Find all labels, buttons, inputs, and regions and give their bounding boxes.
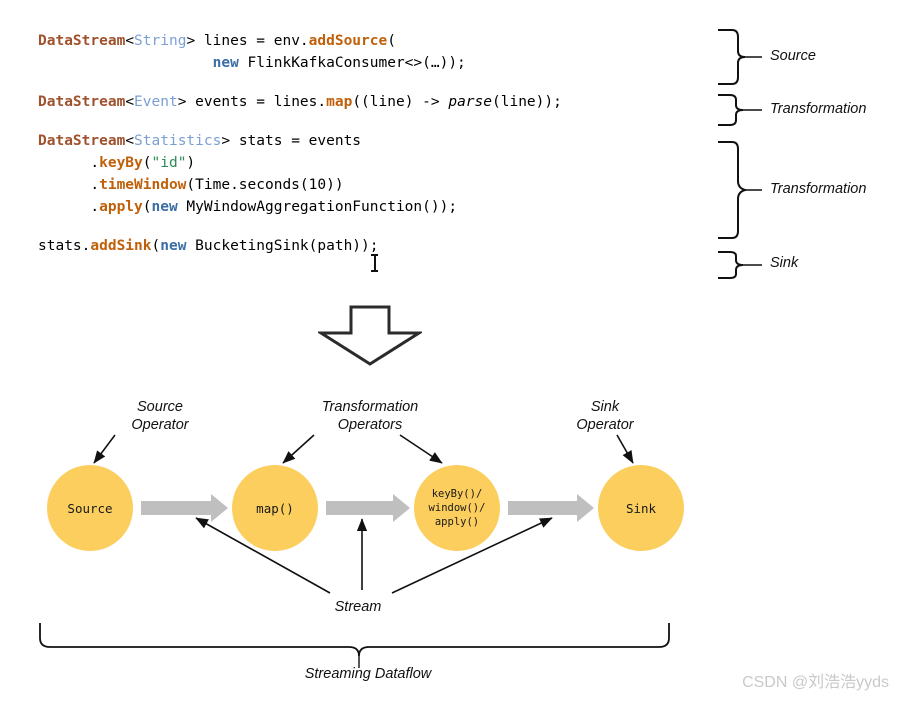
code-snippet: DataStream<String> lines = env.addSource… xyxy=(38,30,718,257)
code-token: ((line) -> xyxy=(352,94,449,110)
code-token: < xyxy=(125,94,135,110)
code-token: addSink xyxy=(90,238,152,254)
code-token: "id" xyxy=(151,155,187,171)
code-line: stats.addSink(new BucketingSink(path)); xyxy=(38,235,718,257)
brace-label-transformation-2: Transformation xyxy=(770,181,867,197)
code-line: DataStream<String> lines = env.addSource… xyxy=(38,30,718,52)
curly-brace-icon xyxy=(718,29,762,85)
code-token: addSource xyxy=(308,33,388,49)
code-token: FlinkKafkaConsumer<>(…)); xyxy=(238,55,466,71)
code-line: .timeWindow(Time.seconds(10)) xyxy=(38,174,718,196)
pointer-sink-operator xyxy=(616,434,634,464)
flow-arrow-source-to-map xyxy=(141,494,228,522)
code-token: ) xyxy=(186,155,196,171)
code-token: DataStream xyxy=(38,33,126,49)
operator-node-sink[interactable]: Sink xyxy=(598,465,684,551)
code-line: .keyBy("id") xyxy=(38,152,718,174)
streaming-dataflow-diagram: Source map() keyBy()/ window()/ apply() … xyxy=(0,385,907,705)
code-token: timeWindow xyxy=(99,177,187,193)
bottom-brace-icon xyxy=(39,623,670,657)
code-token: String xyxy=(134,33,187,49)
pointer-transform-map xyxy=(282,434,315,464)
code-token: . xyxy=(38,155,100,171)
pointer-source-operator xyxy=(93,434,116,464)
code-token: (Time.seconds(10)) xyxy=(186,177,344,193)
annotation-streaming-dataflow: Streaming Dataflow xyxy=(304,666,432,682)
code-token: ( xyxy=(142,199,152,215)
code-block-gap xyxy=(38,218,718,235)
code-token: DataStream xyxy=(38,133,126,149)
annotation-transformation-operators: Transformation Operators xyxy=(321,399,419,433)
operator-node-map[interactable]: map() xyxy=(232,465,318,551)
code-token: > lines = env. xyxy=(186,33,309,49)
curly-brace-icon xyxy=(718,141,762,239)
code-token: . xyxy=(38,199,100,215)
code-token: ( xyxy=(151,238,161,254)
code-token: new xyxy=(160,238,187,254)
pointer-transform-window xyxy=(399,434,443,464)
code-block-gap xyxy=(38,113,718,130)
code-token: ( xyxy=(142,155,152,171)
curly-brace-icon xyxy=(718,94,762,126)
curly-brace-icon xyxy=(718,251,762,279)
code-token: > stats = events xyxy=(221,133,362,149)
flow-arrow-map-to-window xyxy=(326,494,410,522)
code-line: DataStream<Event> events = lines.map((li… xyxy=(38,91,718,113)
code-token: stats. xyxy=(38,238,91,254)
code-token: new xyxy=(151,199,178,215)
code-line: .apply(new MyWindowAggregationFunction()… xyxy=(38,196,718,218)
code-token: (line)); xyxy=(492,94,562,110)
annotation-source-operator: Source Operator xyxy=(131,399,189,433)
code-token: > events = lines. xyxy=(177,94,327,110)
brace-label-transformation-1: Transformation xyxy=(770,101,867,117)
code-token: DataStream xyxy=(38,94,126,110)
operator-node-window[interactable]: keyBy()/ window()/ apply() xyxy=(414,465,500,551)
code-token: < xyxy=(125,33,135,49)
code-token: parse xyxy=(448,94,492,110)
code-token: ( xyxy=(387,33,396,49)
code-token: new xyxy=(212,55,239,71)
code-line: new FlinkKafkaConsumer<>(…)); xyxy=(38,52,718,74)
code-token: map xyxy=(326,94,353,110)
code-token: < xyxy=(125,133,135,149)
code-token: Statistics xyxy=(134,133,222,149)
code-token: BucketingSink(path)); xyxy=(186,238,379,254)
code-line: DataStream<Statistics> stats = events xyxy=(38,130,718,152)
code-token: . xyxy=(38,177,100,193)
down-arrow-icon xyxy=(318,305,422,366)
code-token: MyWindowAggregationFunction()); xyxy=(177,199,458,215)
annotation-sink-operator: Sink Operator xyxy=(576,399,634,433)
brace-label-sink: Sink xyxy=(770,255,799,271)
brace-label-source: Source xyxy=(770,48,816,64)
operator-node-source[interactable]: Source xyxy=(47,465,133,551)
annotation-stream: Stream xyxy=(334,599,382,615)
watermark: CSDN @刘浩浩yyds xyxy=(742,674,889,691)
code-token: apply xyxy=(99,199,143,215)
code-token: keyBy xyxy=(99,155,143,171)
code-token: Event xyxy=(134,94,178,110)
code-block-gap xyxy=(38,74,718,91)
